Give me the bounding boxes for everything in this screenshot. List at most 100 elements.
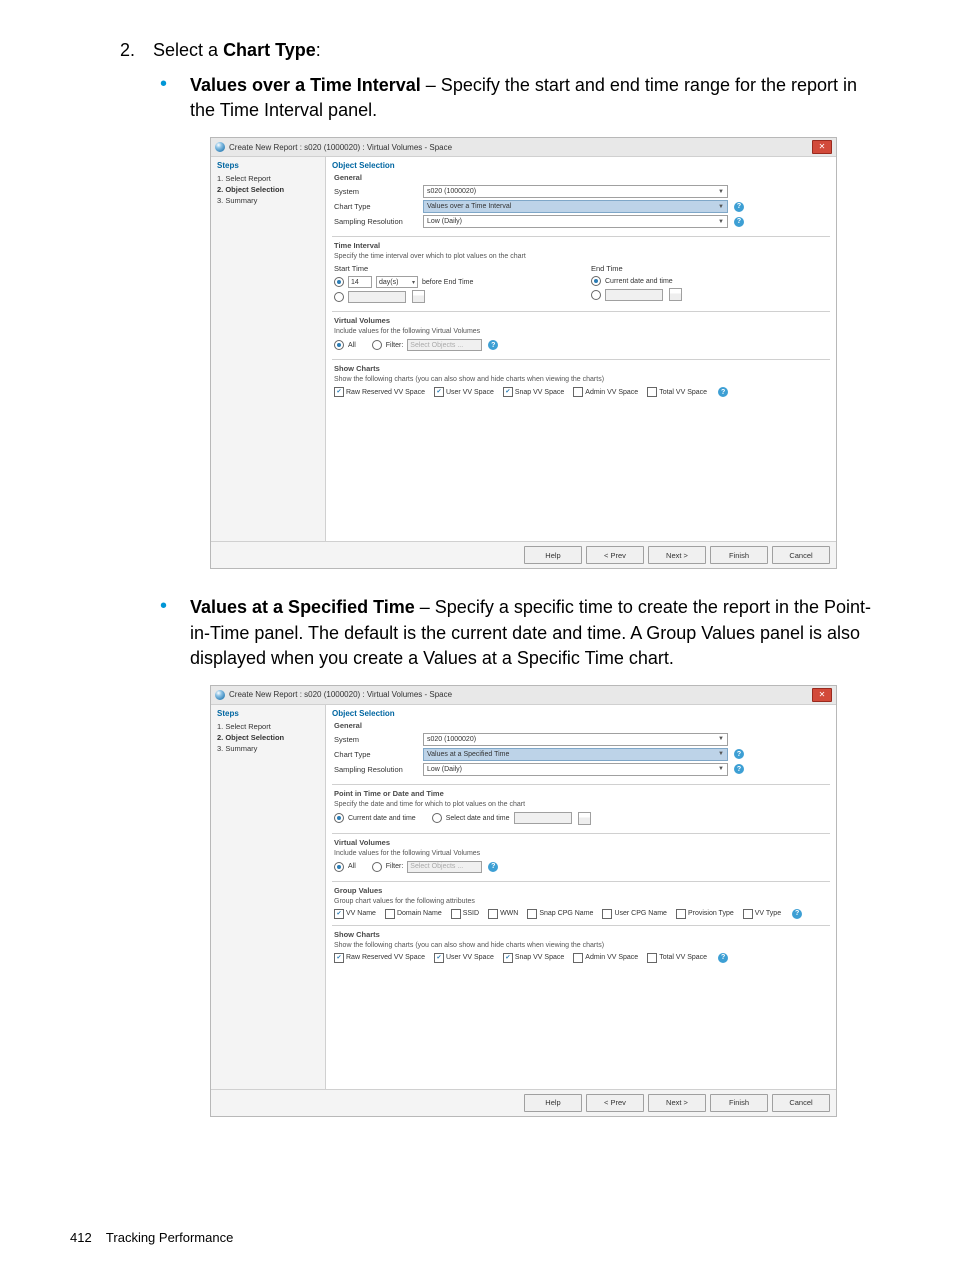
- chevron-down-icon: ▾: [412, 279, 415, 286]
- step-item[interactable]: 1. Select Report: [217, 174, 319, 183]
- label-sampling: Sampling Resolution: [334, 765, 419, 774]
- cancel-button[interactable]: Cancel: [772, 546, 830, 564]
- section-title-group: Group Values: [334, 886, 828, 895]
- vv-all-label: All: [348, 863, 356, 870]
- step-item[interactable]: 2. Object Selection: [217, 185, 319, 194]
- step-colon: :: [316, 40, 321, 60]
- next-button[interactable]: Next >: [648, 1094, 706, 1112]
- step-item[interactable]: 2. Object Selection: [217, 733, 319, 742]
- vv-all-radio[interactable]: [334, 862, 344, 872]
- chk-ssid[interactable]: [451, 909, 461, 919]
- close-icon[interactable]: ✕: [812, 140, 832, 154]
- chk-vv-type[interactable]: [743, 909, 753, 919]
- vv-filter-input[interactable]: Select Objects ...: [407, 861, 482, 873]
- system-dropdown[interactable]: s020 (1000020)▼: [423, 733, 728, 746]
- section-title-charts: Show Charts: [334, 930, 828, 939]
- step-item[interactable]: 3. Summary: [217, 744, 319, 753]
- steps-sidebar: Steps 1. Select Report 2. Object Selecti…: [211, 705, 326, 1089]
- content-heading: Object Selection: [332, 161, 830, 170]
- chk-vv-name[interactable]: [334, 909, 344, 919]
- chk-raw-reserved[interactable]: [334, 387, 344, 397]
- chk-snap-vv[interactable]: [503, 387, 513, 397]
- chk-raw-reserved[interactable]: [334, 953, 344, 963]
- chk-admin-vv[interactable]: [573, 387, 583, 397]
- info-icon[interactable]: ?: [718, 387, 728, 397]
- info-icon[interactable]: ?: [734, 749, 744, 759]
- chart-type-dropdown[interactable]: Values over a Time Interval▼: [423, 200, 728, 213]
- info-icon[interactable]: ?: [734, 764, 744, 774]
- info-icon[interactable]: ?: [734, 217, 744, 227]
- start-absolute-radio[interactable]: [334, 292, 344, 302]
- info-icon[interactable]: ?: [718, 953, 728, 963]
- step-bold: Chart Type: [223, 40, 316, 60]
- prev-button[interactable]: < Prev: [586, 1094, 644, 1112]
- pit-select-label: Select date and time: [446, 815, 510, 822]
- cancel-button[interactable]: Cancel: [772, 1094, 830, 1112]
- prev-button[interactable]: < Prev: [586, 546, 644, 564]
- calendar-icon[interactable]: [412, 290, 425, 303]
- vv-filter-radio[interactable]: [372, 862, 382, 872]
- step-text-1: Select a: [153, 40, 223, 60]
- chk-user-vv[interactable]: [434, 953, 444, 963]
- calendar-icon[interactable]: [669, 288, 682, 301]
- pit-current-radio[interactable]: [334, 813, 344, 823]
- info-icon[interactable]: ?: [488, 862, 498, 872]
- chk-user-vv[interactable]: [434, 387, 444, 397]
- next-button[interactable]: Next >: [648, 546, 706, 564]
- app-icon: [215, 142, 225, 152]
- chk-snap-cpg[interactable]: [527, 909, 537, 919]
- help-button[interactable]: Help: [524, 1094, 582, 1112]
- footer-text: Tracking Performance: [106, 1230, 233, 1245]
- sampling-dropdown[interactable]: Low (Daily)▼: [423, 215, 728, 228]
- bullet2-text: Values at a Specified Time – Specify a s…: [190, 595, 884, 671]
- finish-button[interactable]: Finish: [710, 1094, 768, 1112]
- chk-total-vv[interactable]: [647, 953, 657, 963]
- step-item[interactable]: 3. Summary: [217, 196, 319, 205]
- chk-domain-name[interactable]: [385, 909, 395, 919]
- charts-desc: Show the following charts (you can also …: [334, 942, 828, 949]
- chk-total-vv[interactable]: [647, 387, 657, 397]
- chart-type-dropdown[interactable]: Values at a Specified Time▼: [423, 748, 728, 761]
- start-value-input[interactable]: 14: [348, 276, 372, 288]
- start-date-input[interactable]: [348, 291, 406, 303]
- pit-desc: Specify the date and time for which to p…: [334, 801, 828, 808]
- vv-filter-input[interactable]: Select Objects ...: [407, 339, 482, 351]
- chevron-down-icon: ▼: [718, 219, 724, 225]
- group-desc: Group chart values for the following att…: [334, 898, 828, 905]
- info-icon[interactable]: ?: [488, 340, 498, 350]
- chk-provision-type[interactable]: [676, 909, 686, 919]
- system-dropdown[interactable]: s020 (1000020)▼: [423, 185, 728, 198]
- end-current-radio[interactable]: [591, 276, 601, 286]
- vv-filter-label: Filter:: [386, 342, 404, 349]
- vv-filter-radio[interactable]: [372, 340, 382, 350]
- dialog-title: Create New Report : s020 (1000020) : Vir…: [229, 143, 452, 152]
- vv-all-radio[interactable]: [334, 340, 344, 350]
- info-icon[interactable]: ?: [792, 909, 802, 919]
- vv-filter-label: Filter:: [386, 863, 404, 870]
- close-icon[interactable]: ✕: [812, 688, 832, 702]
- sampling-dropdown[interactable]: Low (Daily)▼: [423, 763, 728, 776]
- chevron-down-icon: ▼: [718, 766, 724, 772]
- step-number: 2.: [120, 40, 148, 61]
- label-system: System: [334, 735, 419, 744]
- pit-select-radio[interactable]: [432, 813, 442, 823]
- time-interval-desc: Specify the time interval over which to …: [334, 253, 828, 260]
- calendar-icon[interactable]: [578, 812, 591, 825]
- start-relative-radio[interactable]: [334, 277, 344, 287]
- step-item[interactable]: 1. Select Report: [217, 722, 319, 731]
- section-title-vv: Virtual Volumes: [334, 838, 828, 847]
- chevron-down-icon: ▼: [718, 736, 724, 742]
- chk-snap-vv[interactable]: [503, 953, 513, 963]
- info-icon[interactable]: ?: [734, 202, 744, 212]
- chk-user-cpg[interactable]: [602, 909, 612, 919]
- chk-wwn[interactable]: [488, 909, 498, 919]
- end-absolute-radio[interactable]: [591, 290, 601, 300]
- section-title-charts: Show Charts: [334, 364, 828, 373]
- end-date-input[interactable]: [605, 289, 663, 301]
- finish-button[interactable]: Finish: [710, 546, 768, 564]
- start-unit-dropdown[interactable]: day(s)▾: [376, 276, 418, 288]
- titlebar: Create New Report : s020 (1000020) : Vir…: [211, 686, 836, 705]
- help-button[interactable]: Help: [524, 546, 582, 564]
- pit-date-input[interactable]: [514, 812, 572, 824]
- chk-admin-vv[interactable]: [573, 953, 583, 963]
